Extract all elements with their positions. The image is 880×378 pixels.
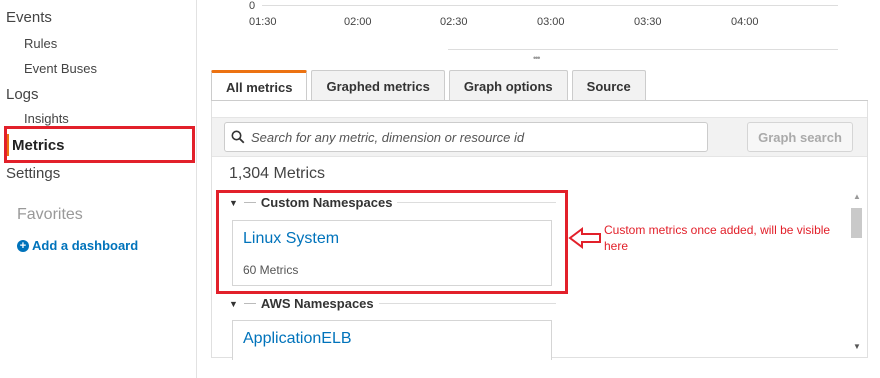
header-rule [378,303,556,304]
scroll-thumb[interactable] [851,208,862,238]
y-axis-zero-label: 0 [249,0,256,12]
scroll-down-icon[interactable]: ▼ [853,342,861,351]
resize-handle-icon[interactable]: ••• [533,53,541,63]
caret-down-icon: ▼ [229,298,238,309]
x-tick-label: 04:00 [731,16,759,28]
search-toolbar: Graph search [212,117,867,157]
scroll-up-icon[interactable]: ▲ [853,192,861,201]
sidebar-item-rules[interactable]: Rules [24,36,57,51]
graph-bottom-border [448,49,838,50]
metric-count: 1,304 Metrics [229,165,326,182]
graph-baseline [262,5,838,6]
search-field[interactable] [224,122,708,152]
graph-search-button[interactable]: Graph search [747,122,853,152]
sidebar-item-settings[interactable]: Settings [6,165,60,182]
highlight-box-custom-namespaces [216,190,568,294]
metrics-tabs: All metrics Graphed metrics Graph option… [211,70,646,102]
search-icon [231,130,245,144]
sidebar-item-insights[interactable]: Insights [24,111,69,126]
namespace-header-aws[interactable]: ▼ AWS Namespaces [229,296,556,311]
x-tick-label: 02:30 [440,16,468,28]
namespace-header-label: AWS Namespaces [260,296,374,311]
x-tick-label: 03:30 [634,16,662,28]
tab-all-metrics[interactable]: All metrics [211,70,308,102]
annotation-arrow-icon [568,227,601,249]
highlight-box-metrics [4,126,195,163]
add-dashboard-label: Add a dashboard [32,238,139,253]
tab-graphed-metrics[interactable]: Graphed metrics [311,70,445,101]
namespace-card-title[interactable]: ApplicationELB [243,330,352,348]
tab-source[interactable]: Source [571,70,646,101]
header-dash [243,303,256,304]
sidebar-item-logs[interactable]: Logs [6,86,39,103]
x-tick-label: 02:00 [344,16,372,28]
tab-graph-options[interactable]: Graph options [448,70,568,101]
x-tick-label: 01:30 [249,16,277,28]
favorites-heading: Favorites [17,206,83,223]
sidebar-item-event-buses[interactable]: Event Buses [24,61,97,76]
search-input[interactable] [251,129,691,145]
namespace-card-applicationelb[interactable]: ApplicationELB [232,320,552,360]
plus-circle-icon: + [17,239,29,252]
scrollbar[interactable]: ▲ ▼ [848,192,865,358]
sidebar-item-events[interactable]: Events [6,9,52,26]
annotation-text: Custom metrics once added, will be visib… [604,223,831,253]
x-tick-label: 03:00 [537,16,565,28]
add-dashboard-link[interactable]: + Add a dashboard [17,238,138,253]
sidebar: Events Rules Event Buses Logs Insights M… [0,0,197,378]
